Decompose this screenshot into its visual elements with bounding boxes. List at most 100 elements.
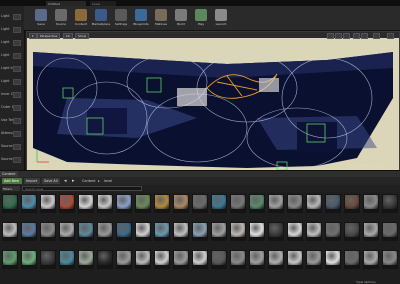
asset-tile[interactable]: [211, 194, 227, 213]
details-property-value[interactable]: [13, 40, 21, 46]
asset-tile[interactable]: [325, 250, 341, 269]
filters-label: Filters: [3, 187, 12, 191]
content-button[interactable]: Content: [72, 8, 90, 28]
view-options-button[interactable]: View Options: [356, 279, 398, 284]
details-property-value[interactable]: [13, 53, 21, 59]
matinee-button[interactable]: Matinee: [152, 8, 170, 28]
asset-tile[interactable]: [78, 250, 94, 269]
asset-tile[interactable]: [382, 194, 398, 213]
asset-tile[interactable]: [211, 250, 227, 269]
settings-button[interactable]: Settings: [112, 8, 130, 28]
asset-tile[interactable]: [78, 222, 94, 241]
asset-tile[interactable]: [363, 250, 379, 269]
details-property-value[interactable]: [13, 14, 21, 20]
details-property-value[interactable]: [13, 92, 21, 98]
asset-tile[interactable]: [97, 194, 113, 213]
asset-tile[interactable]: [192, 222, 208, 241]
play-button[interactable]: Play: [192, 8, 210, 28]
asset-tile[interactable]: [344, 250, 360, 269]
details-property-value[interactable]: [13, 157, 21, 163]
asset-search-input[interactable]: [22, 186, 142, 191]
asset-tile[interactable]: [135, 250, 151, 269]
asset-tile[interactable]: [173, 250, 189, 269]
asset-tile[interactable]: [268, 222, 284, 241]
back-button[interactable]: ◂: [64, 178, 70, 184]
details-property-value[interactable]: [13, 27, 21, 33]
asset-tile[interactable]: [40, 194, 56, 213]
asset-tile[interactable]: [287, 194, 303, 213]
asset-tile[interactable]: [344, 194, 360, 213]
launch-button[interactable]: Launch: [212, 8, 230, 28]
asset-tile[interactable]: [2, 194, 18, 213]
import-button[interactable]: Import: [24, 178, 40, 184]
asset-tile[interactable]: [363, 222, 379, 241]
asset-tile[interactable]: [173, 222, 189, 241]
details-property-value[interactable]: [13, 79, 21, 85]
asset-tile[interactable]: [249, 194, 265, 213]
details-property-value[interactable]: [13, 105, 21, 111]
asset-tile[interactable]: [59, 194, 75, 213]
level-viewport[interactable]: ▾ Perspective Lit Show Level: ToDoLevel …: [26, 31, 400, 171]
details-property-value[interactable]: [13, 118, 21, 124]
asset-tile[interactable]: [211, 222, 227, 241]
breadcrumb-root[interactable]: Content: [82, 178, 96, 184]
asset-tile[interactable]: [306, 250, 322, 269]
asset-tile[interactable]: [325, 194, 341, 213]
forward-button[interactable]: ▸: [72, 178, 78, 184]
asset-tile[interactable]: [116, 250, 132, 269]
details-property-row: Light: [0, 40, 23, 46]
asset-tile[interactable]: [249, 250, 265, 269]
asset-tile[interactable]: [363, 194, 379, 213]
asset-tile[interactable]: [2, 222, 18, 241]
asset-tile[interactable]: [325, 222, 341, 241]
asset-tile[interactable]: [230, 222, 246, 241]
asset-tile[interactable]: [192, 194, 208, 213]
asset-tile[interactable]: [154, 222, 170, 241]
asset-tile[interactable]: [192, 250, 208, 269]
blueprints-button[interactable]: Blueprints: [132, 8, 150, 28]
asset-tile[interactable]: [154, 250, 170, 269]
asset-tile[interactable]: [382, 222, 398, 241]
asset-tile[interactable]: [21, 194, 37, 213]
save-all-button[interactable]: Save All: [42, 178, 60, 184]
asset-tile[interactable]: [21, 222, 37, 241]
asset-tile[interactable]: [230, 250, 246, 269]
asset-tile[interactable]: [59, 250, 75, 269]
asset-tile[interactable]: [21, 250, 37, 269]
asset-tile[interactable]: [249, 222, 265, 241]
breadcrumb-level[interactable]: level: [104, 178, 112, 184]
asset-tile[interactable]: [268, 250, 284, 269]
asset-tile[interactable]: [268, 194, 284, 213]
asset-tile[interactable]: [40, 250, 56, 269]
asset-tile[interactable]: [116, 194, 132, 213]
asset-tile[interactable]: [135, 222, 151, 241]
asset-tile[interactable]: [306, 222, 322, 241]
save-button[interactable]: Save: [32, 8, 50, 28]
asset-tile[interactable]: [287, 222, 303, 241]
asset-tile[interactable]: [382, 250, 398, 269]
details-property-value[interactable]: [13, 131, 21, 137]
asset-tile[interactable]: [97, 222, 113, 241]
asset-tile[interactable]: [287, 250, 303, 269]
asset-tile[interactable]: [78, 194, 94, 213]
marketplace-button[interactable]: Marketplace: [92, 8, 110, 28]
build-button[interactable]: Build: [172, 8, 190, 28]
asset-tile[interactable]: [344, 222, 360, 241]
add-new-button[interactable]: Add New: [2, 178, 22, 184]
asset-tile[interactable]: [40, 222, 56, 241]
asset-tile[interactable]: [135, 194, 151, 213]
asset-tile[interactable]: [154, 194, 170, 213]
filters-button[interactable]: Filters: [2, 186, 20, 191]
asset-tile[interactable]: [173, 194, 189, 213]
details-property-value[interactable]: [13, 66, 21, 72]
details-property-value[interactable]: [13, 144, 21, 150]
asset-tile[interactable]: [230, 194, 246, 213]
asset-tile[interactable]: [59, 222, 75, 241]
asset-tile[interactable]: [306, 194, 322, 213]
details-property-row: Use Temp: [0, 118, 23, 124]
asset-tile[interactable]: [97, 250, 113, 269]
source-button[interactable]: Source: [52, 8, 70, 28]
asset-tile[interactable]: [2, 250, 18, 269]
asset-thumbnail: [60, 223, 74, 237]
asset-tile[interactable]: [116, 222, 132, 241]
